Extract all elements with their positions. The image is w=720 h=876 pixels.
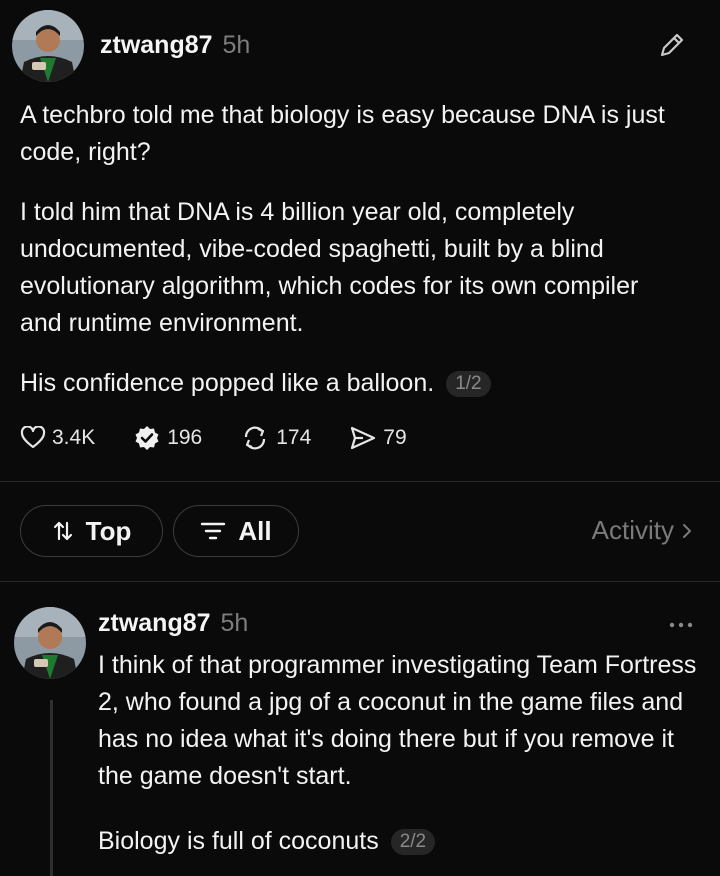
thread-line	[50, 700, 53, 876]
reply-stat[interactable]: 196	[133, 424, 202, 452]
heart-icon	[20, 426, 46, 449]
username[interactable]: ztwang87	[100, 31, 213, 60]
username[interactable]: ztwang87	[98, 609, 211, 638]
post-paragraph: A techbro told me that biology is easy b…	[20, 101, 665, 166]
activity-link[interactable]: Activity	[592, 515, 692, 546]
share-stat[interactable]: 79	[349, 425, 407, 451]
avatar[interactable]	[14, 607, 86, 679]
reply-paragraph-text: Biology is full of coconuts	[98, 827, 379, 855]
top-filter-label: Top	[85, 515, 132, 546]
sort-arrows-icon	[53, 521, 72, 541]
repost-stat[interactable]: 174	[240, 425, 311, 451]
reply-count: 196	[167, 426, 203, 449]
chevron-right-icon	[683, 523, 691, 538]
reply-paragraph: I think of that programmer investigating…	[98, 651, 697, 790]
pencil-icon[interactable]	[657, 30, 687, 60]
repost-count: 174	[276, 426, 312, 449]
send-icon	[351, 426, 376, 450]
timestamp: 5h	[222, 31, 251, 59]
post-paragraph-text: His confidence popped like a balloon.	[20, 369, 435, 397]
page-badge: 1/2	[446, 371, 491, 397]
reply-author-row: ztwang87 5h	[98, 609, 248, 638]
divider	[0, 581, 720, 582]
top-filter-button[interactable]: Top	[20, 505, 163, 557]
timestamp: 5h	[220, 609, 249, 637]
post-paragraph: His confidence popped like a balloon. 1/2	[20, 365, 680, 402]
verified-badge-icon	[135, 426, 159, 450]
avatar[interactable]	[12, 10, 84, 82]
post-author-row: ztwang87 5h	[100, 31, 250, 60]
reply-paragraph: Biology is full of coconuts 2/2	[98, 823, 698, 860]
like-stat[interactable]: 3.4K	[20, 426, 95, 450]
like-count: 3.4K	[52, 426, 96, 449]
page-badge: 2/2	[390, 829, 436, 855]
all-filter-button[interactable]: All	[173, 505, 299, 557]
activity-label: Activity	[591, 515, 674, 545]
all-filter-label: All	[238, 515, 272, 546]
repost-icon	[245, 426, 266, 450]
share-count: 79	[383, 426, 407, 449]
post-paragraph: I told him that DNA is 4 billion year ol…	[20, 198, 639, 337]
divider	[0, 481, 720, 482]
post-stats: 3.4K 196 174 79	[20, 424, 407, 452]
more-dots-icon[interactable]	[668, 620, 694, 630]
filter-lines-icon	[201, 522, 226, 540]
